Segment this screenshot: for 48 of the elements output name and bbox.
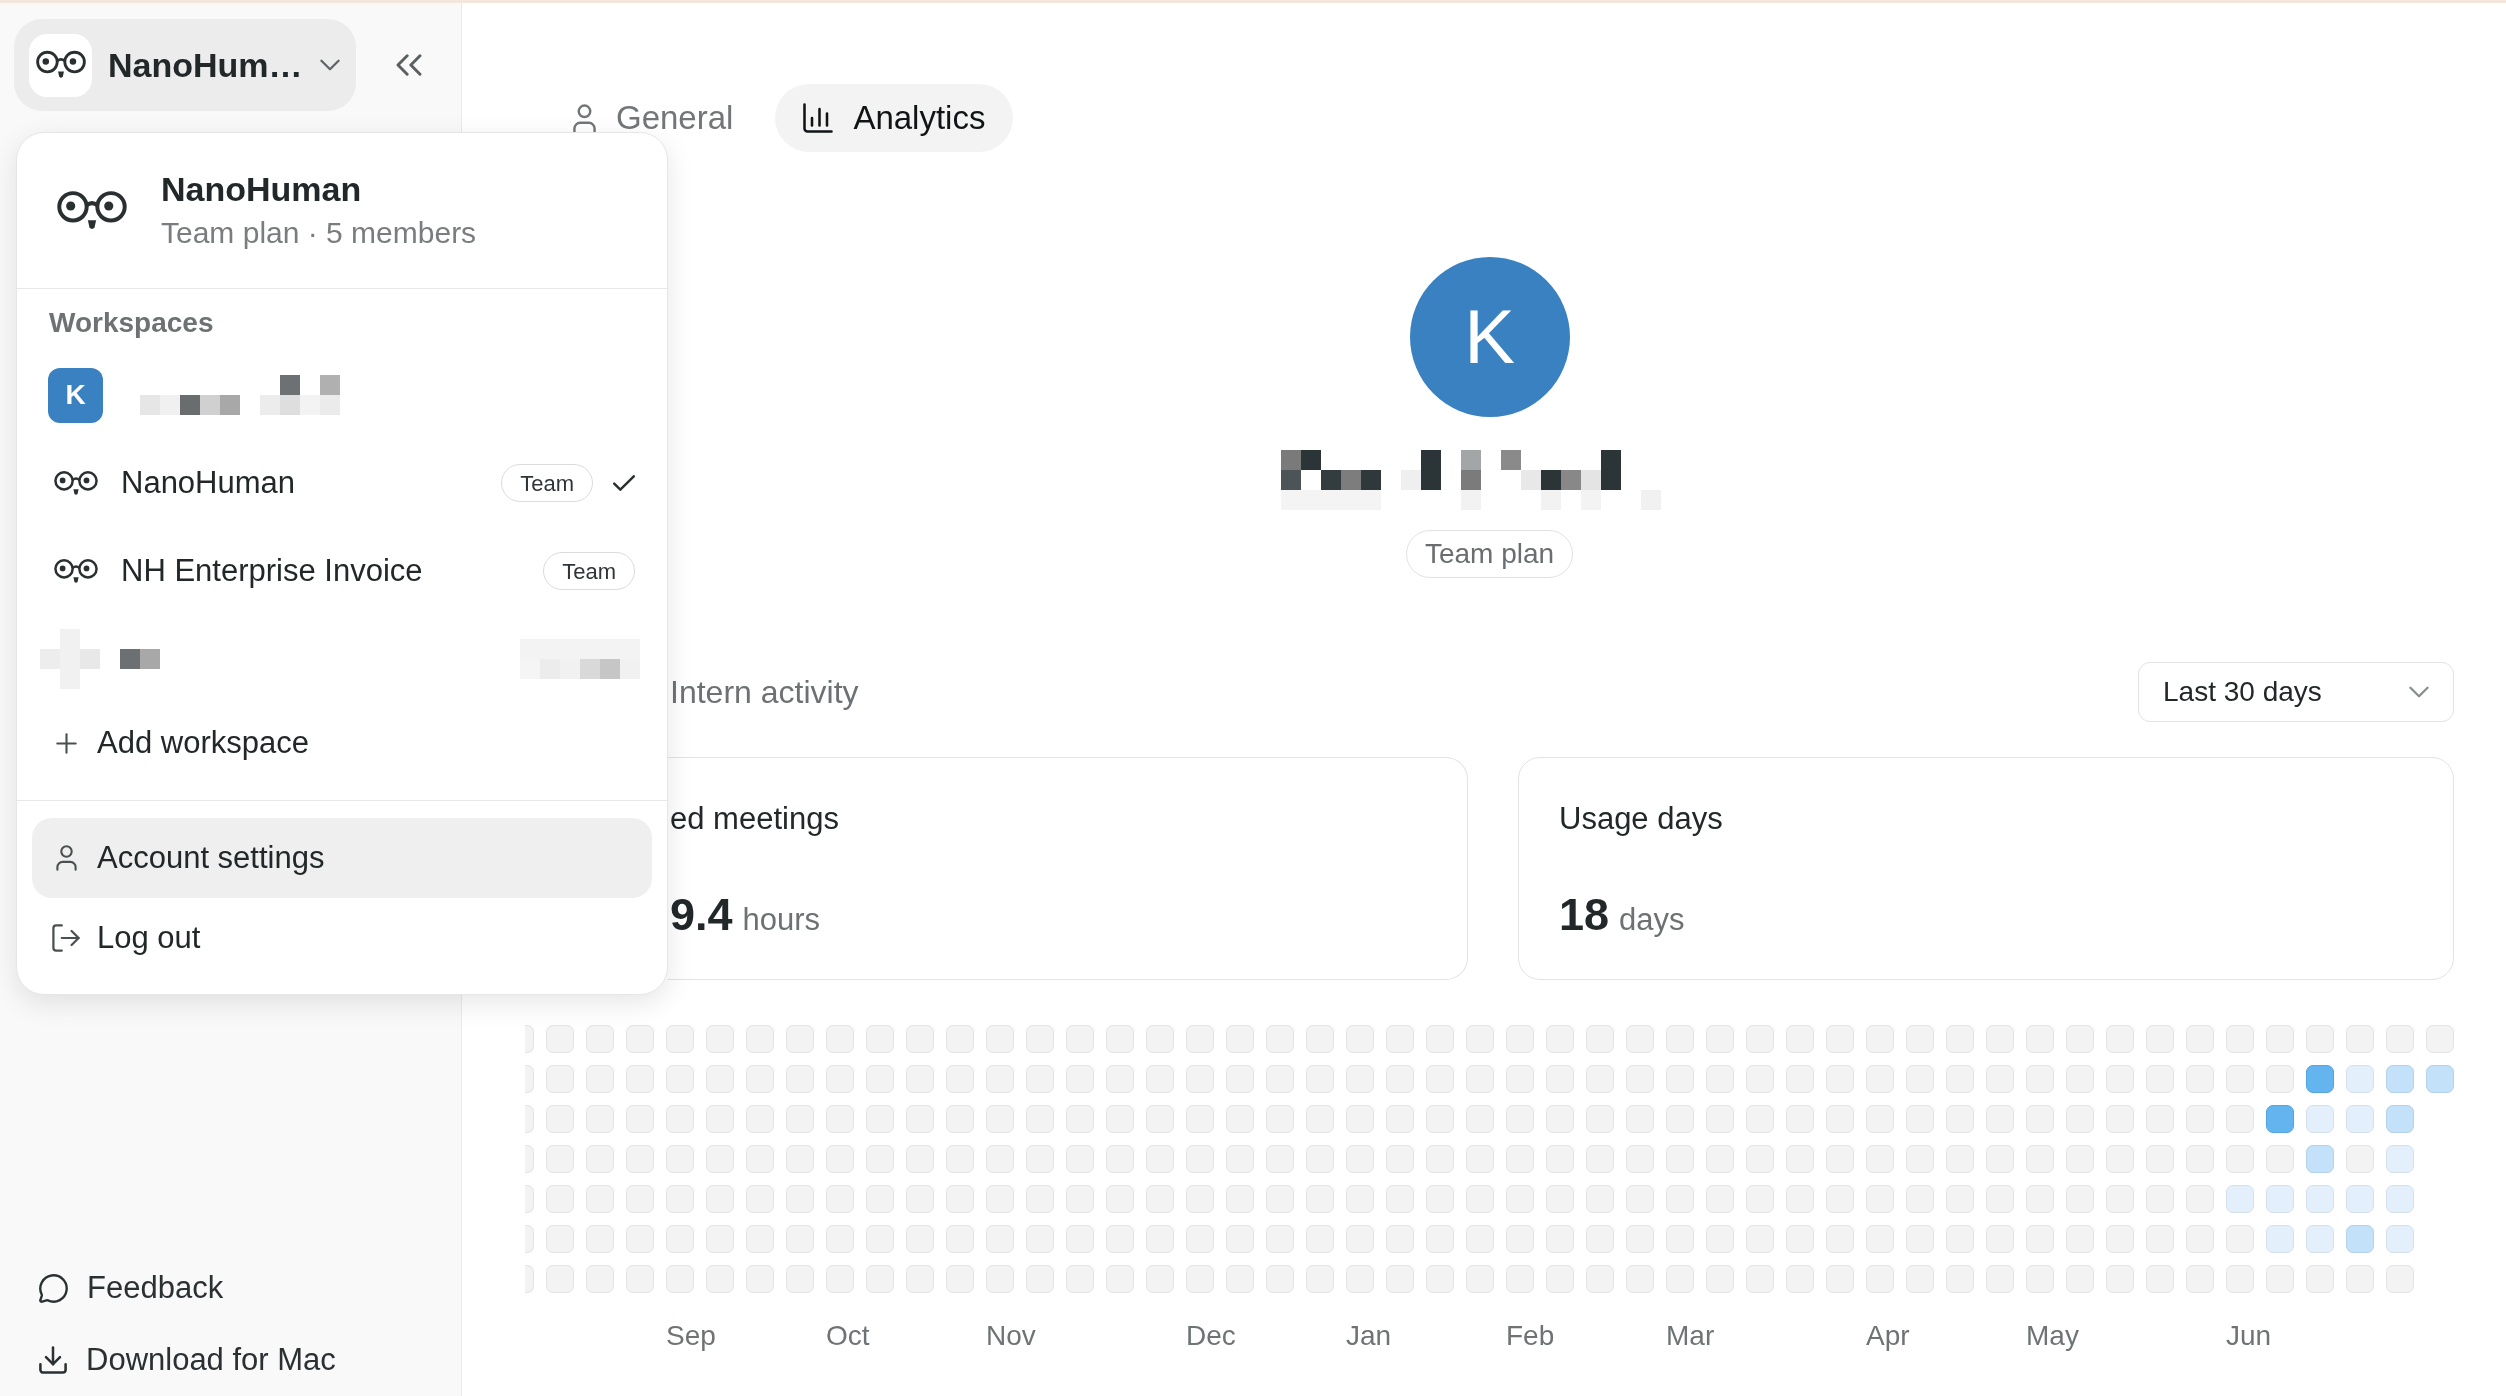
person-icon <box>573 103 596 133</box>
sidebar-item[interactable]: Feedback <box>39 1258 224 1318</box>
month-label: Jun <box>2226 1320 2272 1351</box>
month-label: Dec <box>1186 1320 1236 1351</box>
section-title: Intern activity <box>670 673 859 712</box>
stat-value: 9.4 <box>670 888 733 942</box>
chevron-down-icon <box>2409 686 2429 698</box>
workspace-details: Team plan · 5 members <box>161 214 477 251</box>
month-label: Jan <box>1346 1320 1392 1351</box>
logout-icon <box>52 924 80 952</box>
download-icon <box>39 1346 67 1374</box>
stat-value: 18 <box>1559 888 1610 942</box>
workspace-switcher[interactable]: NanoHum… <box>14 19 356 111</box>
workspace-item[interactable]: NH Enterprise Invoice Team <box>17 527 667 615</box>
month-label: Oct <box>826 1320 870 1351</box>
tab[interactable]: Analytics <box>775 84 1014 152</box>
avatar: K <box>1409 257 1570 417</box>
stat-title: ed meetings <box>670 800 839 838</box>
month-label: Nov <box>986 1320 1036 1351</box>
month-label: Mar <box>1666 1320 1715 1351</box>
speech-bubble-icon <box>39 1273 68 1303</box>
workspace-item[interactable]: NanoHuman Team <box>17 439 667 527</box>
add-workspace-button[interactable]: Add workspace <box>32 703 652 783</box>
chevron-down-icon <box>320 59 340 71</box>
tab[interactable]: General <box>545 100 762 136</box>
eyes-logo-icon <box>29 33 92 97</box>
eyes-logo-icon <box>57 189 127 232</box>
plus-icon <box>55 732 77 754</box>
workspace-item[interactable]: K <box>17 351 667 439</box>
chevrons-left-icon[interactable] <box>396 54 422 76</box>
workspace-name: NanoHuman <box>161 168 362 210</box>
eyes-logo-icon <box>53 469 98 497</box>
month-label: May <box>2026 1320 2079 1351</box>
section-label: Workspaces <box>49 306 214 340</box>
month-label: Sep <box>666 1320 716 1351</box>
avatar: K <box>48 367 103 423</box>
stat-title: Usage days <box>1559 800 1723 838</box>
month-label: Feb <box>1506 1320 1555 1351</box>
sidebar-item[interactable]: Download for Mac <box>39 1330 336 1390</box>
date-range-dropdown[interactable]: Last 30 days <box>2138 662 2454 722</box>
stat-unit: hours <box>742 901 821 939</box>
bar-chart-icon <box>803 103 834 133</box>
pixelated-name <box>120 649 160 669</box>
menu-item[interactable]: Account settings <box>32 818 652 898</box>
eyes-logo-icon <box>53 557 98 585</box>
person-icon <box>55 845 77 871</box>
stat-unit: days <box>1619 901 1685 939</box>
month-label: Apr <box>1866 1320 1910 1351</box>
